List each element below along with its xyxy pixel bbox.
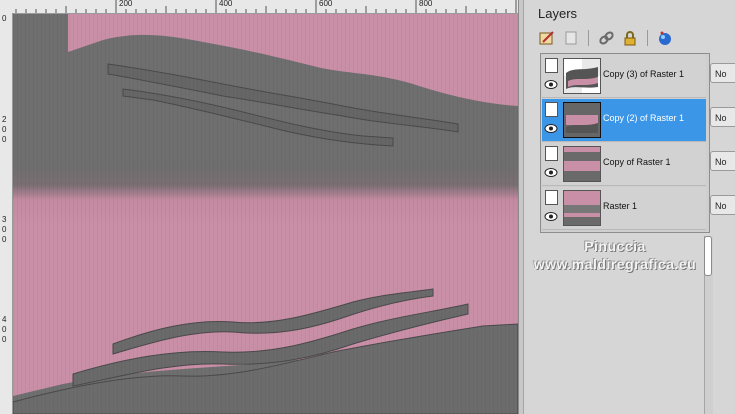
ruler-label: 0 bbox=[2, 235, 7, 244]
toolbar-separator bbox=[647, 30, 648, 46]
ruler-label: 3 bbox=[2, 215, 7, 224]
palette-icon[interactable] bbox=[656, 29, 674, 47]
ruler-label: 2 bbox=[2, 115, 7, 124]
layer-row-copy-2[interactable]: Copy (2) of Raster 1 bbox=[542, 99, 706, 142]
layer-doc-icon bbox=[545, 102, 558, 117]
ruler-label: 600 bbox=[319, 0, 333, 8]
layer-doc-icon bbox=[545, 58, 558, 73]
blend-mode-button[interactable]: No bbox=[710, 63, 735, 83]
layers-toolbar bbox=[538, 28, 674, 48]
layer-name: Copy (2) of Raster 1 bbox=[603, 113, 685, 123]
watermark-url: www.maldiregrafica.eu bbox=[533, 256, 697, 272]
ruler-label: 0 bbox=[2, 325, 7, 334]
ruler-label: 4 bbox=[2, 315, 7, 324]
lock-icon[interactable] bbox=[621, 29, 639, 47]
new-layer-icon[interactable] bbox=[562, 29, 580, 47]
watermark: Pinuccia www.maldiregrafica.eu bbox=[524, 237, 706, 273]
link-icon[interactable] bbox=[597, 29, 615, 47]
ruler-ticks bbox=[15, 0, 517, 13]
layer-row-copy[interactable]: Copy of Raster 1 bbox=[542, 143, 706, 186]
blend-mode-button[interactable]: No bbox=[710, 195, 735, 215]
image-canvas[interactable] bbox=[13, 14, 518, 414]
canvas-artwork bbox=[13, 14, 518, 414]
edit-layer-icon[interactable] bbox=[538, 29, 556, 47]
layer-thumbnail bbox=[563, 146, 601, 182]
ruler-label: 0 bbox=[2, 14, 7, 23]
blend-mode-button[interactable]: No bbox=[710, 107, 735, 127]
layer-name: Copy (3) of Raster 1 bbox=[603, 69, 685, 79]
ruler-label: 400 bbox=[219, 0, 233, 8]
layer-name: Copy of Raster 1 bbox=[603, 157, 671, 167]
layer-name: Raster 1 bbox=[603, 201, 638, 211]
ruler-label: 800 bbox=[419, 0, 433, 8]
layer-thumbnail bbox=[563, 102, 601, 138]
toolbar-separator bbox=[588, 30, 589, 46]
layer-doc-icon bbox=[545, 190, 558, 205]
layer-doc-icon bbox=[545, 146, 558, 161]
eye-icon[interactable] bbox=[544, 124, 558, 133]
layers-panel: Layers Copy (3) of Raster 1 Copy (2) of … bbox=[523, 0, 735, 414]
ruler-label: 0 bbox=[2, 225, 7, 234]
layer-thumbnail bbox=[563, 190, 601, 226]
vertical-ruler: 0 2 0 0 3 0 0 4 0 0 bbox=[0, 13, 13, 414]
layer-row-copy-3[interactable]: Copy (3) of Raster 1 bbox=[542, 55, 706, 98]
ruler-label: 200 bbox=[119, 0, 133, 8]
eye-icon[interactable] bbox=[544, 80, 558, 89]
panel-title: Layers bbox=[538, 6, 578, 21]
horizontal-ruler: 200 400 600 800 bbox=[0, 0, 522, 14]
layer-row-raster[interactable]: Raster 1 bbox=[542, 187, 706, 230]
layers-list: Copy (3) of Raster 1 Copy (2) of Raster … bbox=[540, 53, 710, 233]
watermark-name: Pinuccia bbox=[584, 238, 646, 254]
ruler-label: 0 bbox=[2, 135, 7, 144]
layer-thumbnail bbox=[563, 58, 601, 94]
blend-mode-button[interactable]: No bbox=[710, 151, 735, 171]
ruler-label: 0 bbox=[2, 335, 7, 344]
eye-icon[interactable] bbox=[544, 168, 558, 177]
ruler-label: 0 bbox=[2, 125, 7, 134]
eye-icon[interactable] bbox=[544, 212, 558, 221]
